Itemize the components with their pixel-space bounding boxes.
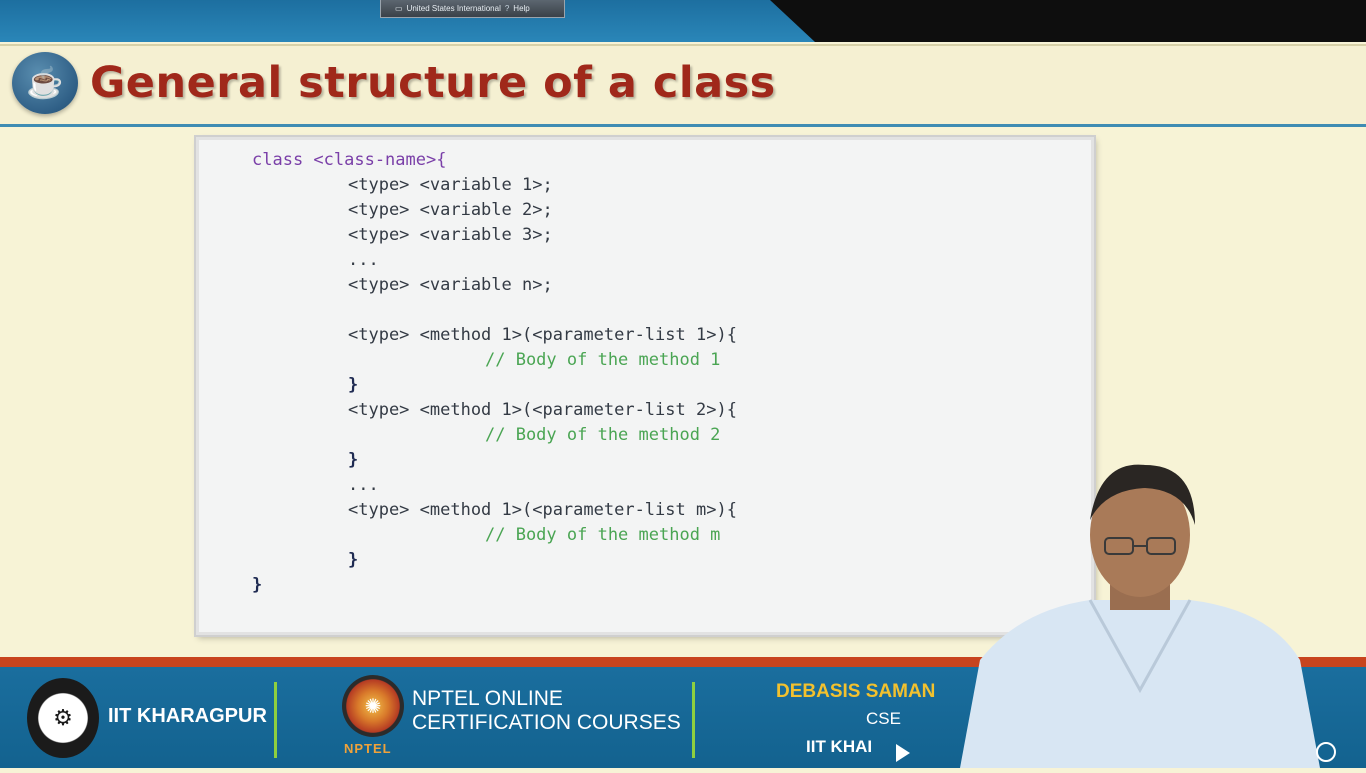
code-comment: // Body of the method m [485,523,720,548]
footer-divider [692,682,695,758]
language-indicator: United States International [406,4,501,13]
code-line: <type> <method 1>(<parameter-list 1>){ [348,323,737,348]
code-text: <type> <method 1>(<parameter-list m>){ [348,500,737,520]
code-line: ... [348,248,379,273]
code-line: <type> <variable 3>; [348,223,553,248]
code-line: class <class-name>{ [252,148,446,173]
code-line: ... [348,473,379,498]
code-text: <type> <method 1>(<parameter-list 1>){ [348,325,737,345]
code-text: <type> <variable 3>; [348,225,553,245]
code-text: class <class-name>{ [252,150,447,170]
nptel-line-2: CERTIFICATION COURSES [412,711,681,734]
mute-icon[interactable] [1316,742,1336,762]
code-text: <type> <variable 2>; [348,200,553,220]
code-text: // Body of the method m [485,525,721,545]
code-line: <type> <variable 2>; [348,198,553,223]
help-icon: ? [504,4,510,13]
code-text: ... [348,250,379,270]
code-line: <type> <method 1>(<parameter-list m>){ [348,498,737,523]
code-line: <type> <variable 1>; [348,173,553,198]
slide-title: General structure of a class [90,58,776,108]
nptel-line-1: NPTEL ONLINE [412,687,563,710]
presenter-video [940,460,1340,768]
presenter-department: CSE [866,709,901,728]
code-text: <type> <variable n>; [348,275,553,295]
java-coffee-cup-icon: ☕ [12,52,78,114]
play-icon[interactable] [896,744,910,762]
code-text: <type> <method 1>(<parameter-list 2>){ [348,400,737,420]
top-banner-dark [770,0,1366,42]
nptel-logo-icon: ✺ [342,675,404,737]
keyboard-icon: ▭ [395,4,403,13]
code-line: <type> <method 1>(<parameter-list 2>){ [348,398,737,423]
code-comment: // Body of the method 1 [485,348,720,373]
code-text: } [348,450,359,470]
code-text: <type> <variable 1>; [348,175,553,195]
footer-divider [274,682,277,758]
iit-label: IIT KHARAGPUR [108,705,267,727]
iit-kharagpur-emblem-icon: ⚙ [27,678,99,758]
video-player-controls[interactable] [886,740,1356,768]
code-text: } [348,550,359,570]
code-line: } [252,573,262,598]
code-text: // Body of the method 2 [485,425,721,445]
language-bar[interactable]: ▭ United States International ? Help [380,0,565,18]
nptel-word: NPTEL [344,741,392,756]
help-label[interactable]: Help [513,4,529,13]
code-text: ... [348,475,379,495]
code-text: // Body of the method 1 [485,350,721,370]
code-text: } [348,375,359,395]
presenter-name: DEBASIS SAMAN [776,681,936,702]
code-text: } [252,575,263,595]
code-line: } [348,448,358,473]
code-line: <type> <variable n>; [348,273,553,298]
code-line: } [348,373,358,398]
presenter-institute: IIT KHAI [806,737,873,756]
code-line: } [348,548,358,573]
code-comment: // Body of the method 2 [485,423,720,448]
